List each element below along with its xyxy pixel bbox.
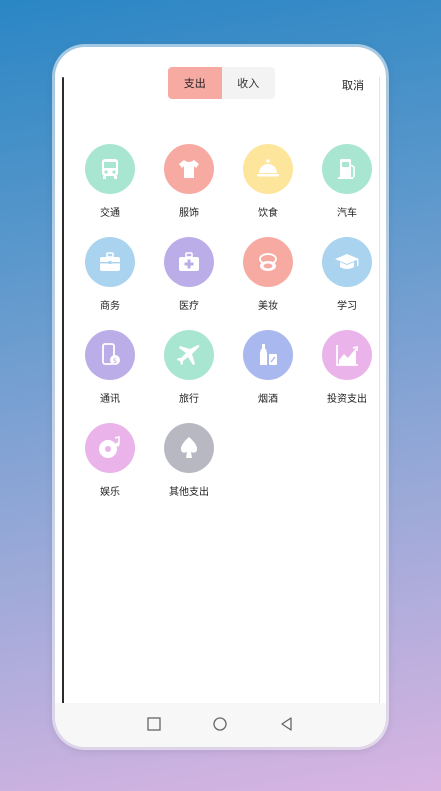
category-label: 旅行 — [179, 394, 199, 405]
category-food[interactable]: 饮食 — [233, 144, 303, 219]
category-label: 商务 — [100, 301, 120, 312]
category-other[interactable]: 其他支出 — [154, 423, 224, 498]
category-car[interactable]: 汽车 — [312, 144, 382, 219]
tab-income[interactable]: 收入 — [222, 67, 276, 99]
category-label: 娱乐 — [100, 487, 120, 498]
category-medical[interactable]: 医疗 — [154, 237, 224, 312]
category-label: 交通 — [100, 208, 120, 219]
category-label: 投资支出 — [327, 394, 367, 405]
category-label: 饮食 — [258, 208, 278, 219]
category-study[interactable]: 学习 — [312, 237, 382, 312]
bus-icon — [85, 144, 135, 194]
category-transport[interactable]: 交通 — [75, 144, 145, 219]
chart-line-icon — [322, 330, 372, 380]
category-label: 美妆 — [258, 301, 278, 312]
svg-text:$: $ — [113, 357, 117, 365]
tab-expense[interactable]: 支出 — [168, 67, 222, 99]
category-label: 汽车 — [337, 208, 357, 219]
category-entertainment[interactable]: 娱乐 — [75, 423, 145, 498]
food-cloche-icon — [243, 144, 293, 194]
medical-kit-icon — [164, 237, 214, 287]
home-icon[interactable] — [212, 716, 228, 732]
cosmetics-icon — [243, 237, 293, 287]
category-label: 学习 — [337, 301, 357, 312]
spade-icon — [164, 423, 214, 473]
airplane-icon — [164, 330, 214, 380]
category-tobacco-alcohol[interactable]: 烟酒 — [233, 330, 303, 405]
type-toggle: 支出 收入 — [168, 67, 275, 99]
cancel-button[interactable]: 取消 — [342, 77, 364, 93]
phone-icon: $ — [85, 330, 135, 380]
music-disc-icon — [85, 423, 135, 473]
category-label: 通讯 — [100, 394, 120, 405]
category-travel[interactable]: 旅行 — [154, 330, 224, 405]
system-nav-bar — [55, 703, 386, 747]
category-label: 医疗 — [179, 301, 199, 312]
fuel-pump-icon — [322, 144, 372, 194]
back-icon[interactable] — [279, 716, 295, 732]
category-investment[interactable]: 投资支出 — [312, 330, 382, 405]
category-label: 烟酒 — [258, 394, 278, 405]
left-edge — [62, 77, 64, 707]
tshirt-icon — [164, 144, 214, 194]
briefcase-icon — [85, 237, 135, 287]
phone-frame: 支出 收入 取消 交通 服饰 饮食 汽车 商务 医疗 美妆 学习 $ 通讯 旅行… — [55, 47, 386, 747]
bottle-icon — [243, 330, 293, 380]
category-beauty[interactable]: 美妆 — [233, 237, 303, 312]
category-label: 服饰 — [179, 208, 199, 219]
graduation-cap-icon — [322, 237, 372, 287]
category-label: 其他支出 — [169, 487, 209, 498]
category-clothing[interactable]: 服饰 — [154, 144, 224, 219]
category-business[interactable]: 商务 — [75, 237, 145, 312]
category-communication[interactable]: $ 通讯 — [75, 330, 145, 405]
recent-apps-icon[interactable] — [146, 716, 162, 732]
